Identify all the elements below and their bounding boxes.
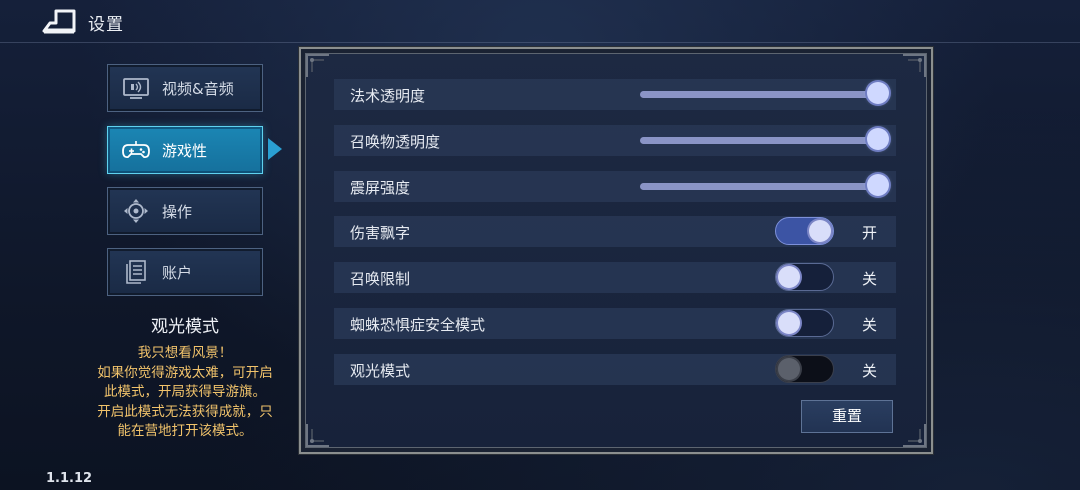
setting-row-spell-transparency: 法术透明度 [334, 79, 896, 110]
corner-ornament-icon [903, 424, 926, 447]
slider-fill [640, 137, 878, 144]
nav-item-video-audio[interactable]: 视频&音频 [107, 64, 263, 112]
corner-ornament-icon [306, 54, 329, 77]
toggle-knob [778, 358, 800, 380]
info-line: 如果你觉得游戏太难，可开启 [97, 364, 273, 381]
damage-numbers-toggle[interactable] [775, 217, 834, 245]
slider-thumb[interactable] [867, 128, 889, 150]
setting-label: 伤害飘字 [350, 224, 411, 242]
header-bar: 设置 [0, 0, 1080, 43]
nav-item-controls[interactable]: 操作 [107, 187, 263, 235]
nav-item-label: 视频&音频 [162, 80, 234, 98]
nav-item-label: 操作 [162, 203, 193, 221]
setting-row-summon-limit: 召唤限制 关 [334, 262, 896, 293]
toggle-state-label: 关 [862, 270, 878, 288]
nav-item-account[interactable]: 账户 [107, 248, 263, 296]
slider-fill [640, 183, 878, 190]
version-label: 1.1.12 [46, 471, 93, 486]
setting-row-damage-numbers: 伤害飘字 开 [334, 216, 896, 247]
nav-item-gameplay[interactable]: 游戏性 [107, 126, 263, 174]
back-button[interactable] [40, 8, 80, 34]
dpad-icon [124, 199, 148, 223]
setting-label: 观光模式 [350, 362, 411, 380]
setting-label: 震屏强度 [350, 179, 411, 197]
arachnophobia-mode-toggle[interactable] [775, 309, 834, 337]
info-line: 我只想看风景！ [137, 345, 233, 361]
corner-ornament-icon [306, 424, 329, 447]
display-sound-icon [123, 78, 149, 99]
summon-limit-toggle[interactable] [775, 263, 834, 291]
slider-thumb[interactable] [867, 82, 889, 104]
setting-row-arachnophobia-mode: 蜘蛛恐惧症安全模式 关 [334, 308, 896, 339]
info-line: 能在营地打开该模式。 [117, 423, 253, 439]
slider-fill [640, 91, 878, 98]
page-title: 设置 [88, 15, 124, 35]
reset-button[interactable]: 重置 [801, 400, 893, 433]
nav-item-label: 游戏性 [162, 142, 208, 160]
spell-transparency-slider[interactable] [640, 82, 889, 104]
gamepad-icon [122, 141, 150, 159]
setting-row-sightseeing-mode: 观光模式 关 [334, 354, 896, 385]
toggle-knob [778, 266, 800, 288]
setting-label: 蜘蛛恐惧症安全模式 [350, 316, 486, 334]
info-title: 观光模式 [151, 317, 219, 337]
info-line: 开启此模式无法获得成就，只 [97, 403, 273, 420]
active-indicator-arrow [268, 138, 282, 160]
slider-thumb[interactable] [867, 174, 889, 196]
setting-row-screen-shake: 震屏强度 [334, 171, 896, 202]
nav-item-label: 账户 [162, 264, 193, 282]
toggle-knob [809, 220, 831, 242]
info-description: 我只想看风景！ 如果你觉得游戏太难，可开启 此模式，开局获得导游旗。 开启此模式… [78, 344, 292, 442]
document-icon [126, 260, 146, 284]
toggle-state-label: 关 [862, 362, 878, 380]
toggle-knob [778, 312, 800, 334]
setting-label: 召唤限制 [350, 270, 411, 288]
corner-ornament-icon [903, 54, 926, 77]
setting-row-summon-transparency: 召唤物透明度 [334, 125, 896, 156]
setting-label: 法术透明度 [350, 87, 426, 105]
info-line: 此模式，开局获得导游旗。 [104, 384, 266, 400]
toggle-state-label: 关 [862, 316, 878, 334]
setting-label: 召唤物透明度 [350, 133, 441, 151]
toggle-state-label: 开 [862, 224, 878, 242]
settings-screen: 设置 视频&音频 游戏性 操作 账户 观光模式 我只想看风景！ 如果你觉得游戏太… [0, 0, 1080, 490]
screen-shake-slider[interactable] [640, 174, 889, 196]
sightseeing-mode-toggle[interactable] [775, 355, 834, 383]
back-arrow-icon [42, 9, 76, 34]
summon-transparency-slider[interactable] [640, 128, 889, 150]
